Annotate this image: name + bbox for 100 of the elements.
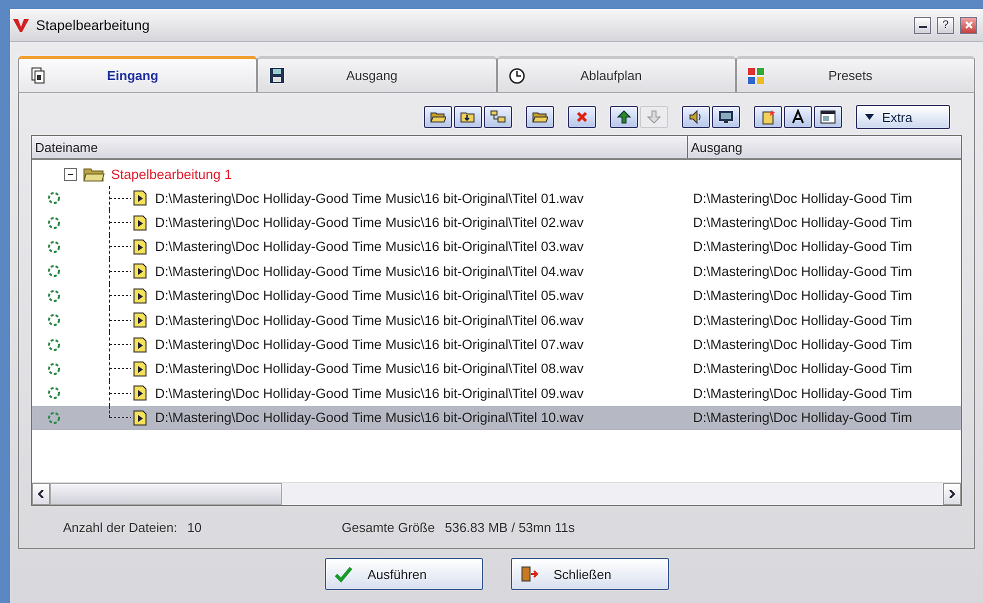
horizontal-scrollbar[interactable] bbox=[32, 482, 961, 505]
file-row[interactable]: D:\Mastering\Doc Holliday-Good Time Music\16 bit-Original\Titel 08.wav D:\Mastering\Doc Holliday-Good Tim bbox=[32, 356, 961, 382]
scroll-right-button[interactable] bbox=[943, 483, 961, 505]
window-icon bbox=[820, 109, 836, 125]
toolbar-button[interactable] bbox=[424, 106, 452, 128]
folder-icon bbox=[83, 166, 105, 182]
output-path: D:\Mastering\Doc Holliday-Good Tim bbox=[692, 312, 914, 328]
arrow-up-icon bbox=[616, 109, 632, 125]
file-path: D:\Mastering\Doc Holliday-Good Time Music\16 bit-Original\Titel 08.wav bbox=[155, 361, 584, 376]
close-icon bbox=[964, 21, 972, 29]
toolbar-button[interactable] bbox=[712, 106, 740, 128]
toolbar-button[interactable] bbox=[526, 106, 554, 128]
output-path: D:\Mastering\Doc Holliday-Good Tim bbox=[692, 264, 914, 279]
audio-file-icon bbox=[133, 214, 147, 231]
audio-file-icon bbox=[133, 263, 147, 280]
file-path: D:\Mastering\Doc Holliday-Good Time Music\16 bit-Original\Titel 01.wav bbox=[155, 190, 584, 206]
toolbar-button[interactable] bbox=[454, 106, 482, 128]
folder-tree-icon bbox=[490, 109, 506, 125]
audio-file-icon bbox=[133, 288, 147, 304]
file-row[interactable]: D:\Mastering\Doc Holliday-Good Time Music\16 bit-Original\Titel 06.wav D:\Mastering\Doc Holliday-Good Tim bbox=[32, 308, 961, 332]
scroll-thumb[interactable] bbox=[50, 483, 282, 505]
file-path: D:\Mastering\Doc Holliday-Good Time Music\16 bit-Original\Titel 03.wav bbox=[155, 239, 584, 254]
clock-icon bbox=[508, 66, 526, 84]
chevron-right-icon bbox=[949, 490, 955, 498]
status-icon bbox=[47, 191, 61, 206]
audio-file-icon bbox=[133, 336, 147, 353]
output-path: D:\Mastering\Doc Holliday-Good Tim bbox=[692, 361, 914, 376]
arrow-down-icon bbox=[646, 109, 662, 125]
status-icon bbox=[47, 410, 61, 425]
file-row[interactable]: D:\Mastering\Doc Holliday-Good Time Music\16 bit-Original\Titel 07.wav D:\Mastering\Doc Holliday-Good Tim bbox=[32, 332, 961, 357]
presets-icon bbox=[746, 66, 765, 84]
close-dialog-button[interactable]: Schließen bbox=[510, 558, 668, 590]
tab[interactable]: Ausgang bbox=[257, 56, 496, 92]
exit-door-icon bbox=[520, 565, 540, 583]
status-icon bbox=[47, 362, 61, 376]
audio-file-icon bbox=[133, 360, 147, 377]
file-row[interactable]: D:\Mastering\Doc Holliday-Good Time Music\16 bit-Original\Titel 04.wav D:\Mastering\Doc Holliday-Good Tim bbox=[32, 259, 961, 284]
tab[interactable]: Ablaufplan bbox=[496, 56, 736, 92]
run-button[interactable]: Ausführen bbox=[324, 558, 482, 590]
status-icon bbox=[47, 288, 61, 303]
file-count-label: Anzahl der Dateien: bbox=[63, 520, 178, 534]
file-path: D:\Mastering\Doc Holliday-Good Time Music\16 bit-Original\Titel 04.wav bbox=[155, 264, 584, 279]
file-row[interactable]: D:\Mastering\Doc Holliday-Good Time Music\16 bit-Original\Titel 03.wav D:\Mastering\Doc Holliday-Good Tim bbox=[32, 234, 961, 260]
toolbar-button[interactable] bbox=[568, 106, 596, 128]
status-icon bbox=[47, 216, 61, 230]
toolbar-button[interactable] bbox=[784, 106, 812, 128]
minimize-button[interactable] bbox=[914, 16, 931, 34]
check-icon bbox=[334, 565, 354, 583]
file-path: D:\Mastering\Doc Holliday-Good Time Music\16 bit-Original\Titel 10.wav bbox=[155, 410, 584, 426]
tree-item[interactable]: Stapelbearbeitung 1 bbox=[111, 166, 232, 182]
file-path: D:\Mastering\Doc Holliday-Good Time Music\16 bit-Original\Titel 05.wav bbox=[155, 288, 584, 304]
toolbar-button[interactable] bbox=[814, 106, 842, 128]
window-title: Stapelbearbeitung bbox=[36, 17, 151, 33]
output-path: D:\Mastering\Doc Holliday-Good Tim bbox=[692, 386, 914, 401]
file-count-value: 10 bbox=[187, 520, 202, 534]
audio-file-icon bbox=[133, 190, 147, 206]
audio-file-icon bbox=[133, 312, 147, 328]
column-header[interactable]: Dateiname bbox=[32, 136, 688, 158]
collapse-toggle[interactable] bbox=[64, 168, 77, 180]
toolbar-button[interactable] bbox=[682, 106, 710, 128]
output-path: D:\Mastering\Doc Holliday-Good Tim bbox=[692, 410, 914, 426]
total-size-value: 536.83 MB / 53mn 11s bbox=[444, 520, 575, 534]
letter-icon bbox=[790, 109, 806, 125]
file-row[interactable]: D:\Mastering\Doc Holliday-Good Time Music\16 bit-Original\Titel 09.wav D:\Mastering\Doc Holliday-Good Tim bbox=[32, 381, 961, 406]
file-row[interactable]: D:\Mastering\Doc Holliday-Good Time Music\16 bit-Original\Titel 01.wav D:\Mastering\Doc Holliday-Good Tim bbox=[32, 186, 961, 210]
audio-file-icon bbox=[133, 385, 147, 402]
file-path: D:\Mastering\Doc Holliday-Good Time Music\16 bit-Original\Titel 09.wav bbox=[155, 386, 584, 401]
file-path: D:\Mastering\Doc Holliday-Good Time Music\16 bit-Original\Titel 06.wav bbox=[155, 312, 584, 328]
extra-menu-button[interactable]: Extra bbox=[856, 105, 950, 129]
output-path: D:\Mastering\Doc Holliday-Good Tim bbox=[692, 190, 914, 206]
status-icon bbox=[47, 313, 61, 328]
status-icon bbox=[47, 264, 61, 278]
document-icon bbox=[29, 66, 47, 84]
file-row[interactable]: D:\Mastering\Doc Holliday-Good Time Music\16 bit-Original\Titel 10.wav D:\Mastering\Doc Holliday-Good Tim bbox=[32, 406, 961, 430]
app-logo-icon bbox=[12, 17, 30, 33]
column-header[interactable]: Ausgang bbox=[688, 136, 961, 158]
chevron-left-icon bbox=[38, 490, 44, 498]
tab[interactable]: Eingang bbox=[18, 56, 258, 92]
status-icon bbox=[47, 338, 61, 352]
status-icon bbox=[47, 386, 61, 400]
dropdown-arrow-icon bbox=[865, 114, 874, 120]
output-path: D:\Mastering\Doc Holliday-Good Tim bbox=[692, 239, 914, 254]
close-button[interactable] bbox=[960, 16, 977, 34]
toolbar-button[interactable] bbox=[484, 106, 512, 128]
toolbar-button[interactable] bbox=[754, 106, 782, 128]
status-icon bbox=[47, 240, 61, 254]
monitor-icon bbox=[718, 109, 734, 125]
audio-file-icon bbox=[133, 238, 147, 255]
delete-icon bbox=[574, 109, 590, 125]
file-row[interactable]: D:\Mastering\Doc Holliday-Good Time Music\16 bit-Original\Titel 05.wav D:\Mastering\Doc Holliday-Good Tim bbox=[32, 284, 961, 308]
help-button[interactable]: ? bbox=[937, 16, 954, 34]
output-path: D:\Mastering\Doc Holliday-Good Tim bbox=[692, 288, 914, 304]
toolbar-button[interactable] bbox=[610, 106, 638, 128]
file-path: D:\Mastering\Doc Holliday-Good Time Music\16 bit-Original\Titel 02.wav bbox=[155, 215, 584, 230]
output-path: D:\Mastering\Doc Holliday-Good Tim bbox=[692, 337, 914, 352]
scroll-left-button[interactable] bbox=[32, 483, 50, 505]
audio-file-icon bbox=[133, 410, 147, 426]
file-row[interactable]: D:\Mastering\Doc Holliday-Good Time Music\16 bit-Original\Titel 02.wav D:\Mastering\Doc Holliday-Good Tim bbox=[32, 210, 961, 235]
total-size-label: Gesamte Größe bbox=[342, 520, 435, 534]
tab[interactable]: Presets bbox=[736, 56, 975, 92]
